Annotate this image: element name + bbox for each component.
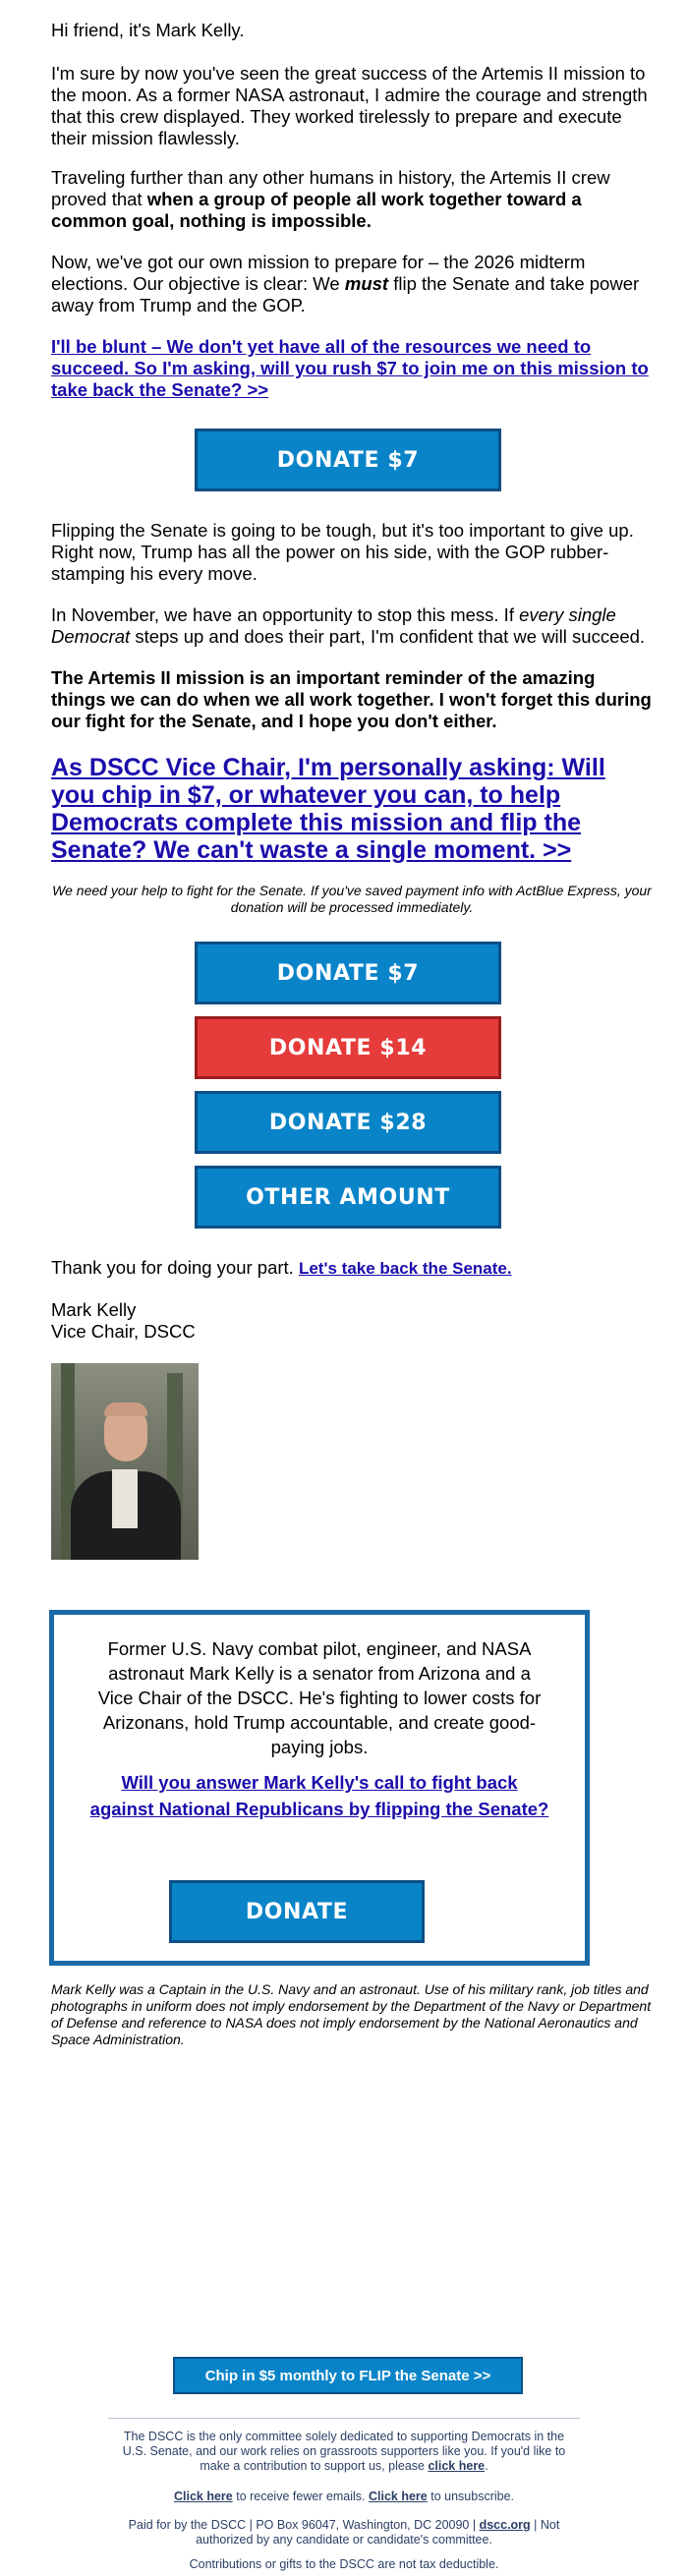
signature-title: Vice Chair, DSCC <box>51 1321 196 1342</box>
paragraph-november-text-b: steps up and does their part, I'm confid… <box>130 626 646 647</box>
big-ask-paragraph: As DSCC Vice Chair, I'm personally askin… <box>51 754 653 864</box>
donate-14-button[interactable]: DONATE $14 <box>195 1016 501 1079</box>
fewer-emails-link[interactable]: Click here <box>174 2490 233 2503</box>
dscc-site-link[interactable]: dscc.org <box>480 2518 531 2532</box>
paragraph-midterms-emphasis: must <box>344 273 389 294</box>
bio-donate-button[interactable]: DONATE <box>169 1880 425 1943</box>
bio-ask-link[interactable]: Will you answer Mark Kelly's call to fig… <box>90 1772 549 1819</box>
donate-7-button[interactable]: DONATE $7 <box>195 942 501 1004</box>
big-ask-link[interactable]: As DSCC Vice Chair, I'm personally askin… <box>51 754 605 864</box>
monthly-donate-button[interactable]: Chip in $5 monthly to FLIP the Senate >> <box>173 2357 523 2394</box>
paragraph-teamwork: Traveling further than any other humans … <box>51 167 653 232</box>
paragraph-flip-senate: Flipping the Senate is going to be tough… <box>51 520 634 584</box>
unsubscribe-text: to unsubscribe. <box>427 2490 515 2503</box>
ask-link-paragraph: I'll be blunt – We don't yet have all of… <box>51 336 653 401</box>
footer-about-text: The DSCC is the only committee solely de… <box>122 2430 566 2473</box>
donate-7-button-top[interactable]: DONATE $7 <box>195 429 501 491</box>
footer-tax-note: Contributions or gifts to the DSCC are n… <box>189 2557 499 2571</box>
donate-28-button[interactable]: DONATE $28 <box>195 1091 501 1154</box>
footer-contribute-link[interactable]: click here <box>428 2459 485 2473</box>
footer-about-end: . <box>485 2459 488 2473</box>
military-disclaimer: Mark Kelly was a Captain in the U.S. Nav… <box>51 1981 652 2047</box>
paragraph-november: In November, we have an opportunity to s… <box>51 604 653 648</box>
footer-about: The DSCC is the only committee solely de… <box>112 2430 576 2474</box>
paragraph-midterms: Now, we've got our own mission to prepar… <box>51 252 653 316</box>
thanks-text: Thank you for doing your part. <box>51 1257 299 1278</box>
take-back-senate-link[interactable]: Let's take back the Senate. <box>299 1259 512 1278</box>
ask-link-7[interactable]: I'll be blunt – We don't yet have all of… <box>51 336 649 400</box>
footer-email-prefs: Click here to receive fewer emails. Clic… <box>112 2490 576 2504</box>
footer-paid-for: Paid for by the DSCC | PO Box 96047, Was… <box>112 2518 576 2547</box>
paid-for-text: Paid for by the DSCC | PO Box 96047, Was… <box>128 2518 480 2532</box>
thanks-paragraph: Thank you for doing your part. Let's tak… <box>51 1257 653 1280</box>
footer-divider <box>108 2418 580 2419</box>
paragraph-november-text-a: In November, we have an opportunity to s… <box>51 604 520 625</box>
other-amount-button[interactable]: OTHER AMOUNT <box>195 1166 501 1229</box>
mark-kelly-photo <box>51 1363 199 1560</box>
actblue-note: We need your help to fight for the Senat… <box>52 883 652 915</box>
paragraph-reminder: The Artemis II mission is an important r… <box>51 667 652 731</box>
signature-name: Mark Kelly <box>51 1299 137 1320</box>
greeting: Hi friend, it's Mark Kelly. <box>51 20 245 40</box>
unsubscribe-link[interactable]: Click here <box>369 2490 428 2503</box>
paragraph-artemis-success: I'm sure by now you've seen the great su… <box>51 63 648 148</box>
bio-box: Former U.S. Navy combat pilot, engineer,… <box>49 1610 590 1966</box>
bio-text: Former U.S. Navy combat pilot, engineer,… <box>97 1638 542 1757</box>
bio-link-paragraph: Will you answer Mark Kelly's call to fig… <box>89 1770 549 1823</box>
fewer-emails-text: to receive fewer emails. <box>232 2490 369 2503</box>
